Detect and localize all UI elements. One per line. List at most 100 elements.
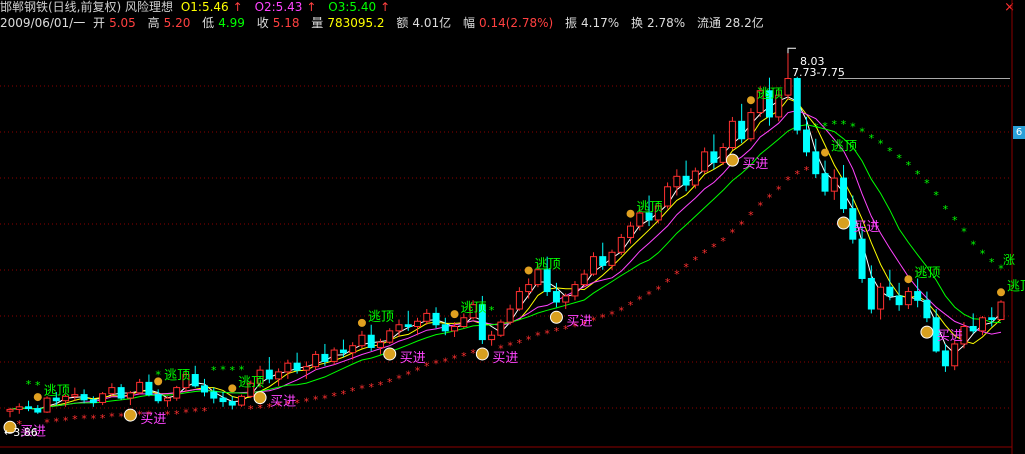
candle-body <box>451 325 459 332</box>
sell-signal-label: 逃顶 <box>44 384 70 399</box>
sar-point: * <box>646 288 652 301</box>
candle-body <box>376 341 384 348</box>
sar-point: * <box>970 238 976 251</box>
sar-point: * <box>109 411 115 424</box>
candle-body <box>367 334 375 348</box>
sar-point: * <box>341 388 347 401</box>
high-marker-line <box>787 47 796 54</box>
sar-point: * <box>683 261 689 274</box>
candle-body <box>941 350 949 367</box>
sar-point: * <box>628 299 634 312</box>
buy-bag-icon <box>123 408 137 422</box>
candle-body <box>330 349 338 362</box>
candle-body <box>589 256 597 275</box>
candlestick-chart[interactable]: ** ** * * * * * * * * * *** * * * ** * * ** * * * * * * * * * * * * * * *… <box>0 0 1025 454</box>
sell-runner-icon <box>746 96 755 105</box>
sar-point: * <box>785 174 791 187</box>
sell-runner-icon <box>357 318 366 327</box>
candle-body <box>43 397 51 413</box>
candle-body <box>71 394 79 397</box>
sar-point: * <box>906 159 912 172</box>
buy-signal-label: 买进 <box>492 351 518 366</box>
sar-point: * <box>304 395 310 408</box>
sar-point: * <box>192 405 198 418</box>
sar-point: * <box>878 138 884 151</box>
candle-body <box>978 317 986 332</box>
sar-point: * <box>489 304 495 317</box>
candle-body <box>664 186 672 207</box>
sar-point: * <box>322 392 328 405</box>
sar-point: * <box>230 364 236 377</box>
candle-body <box>858 238 866 279</box>
candle-body <box>173 387 181 399</box>
buy-signal-label: 买进 <box>270 395 296 410</box>
candle-body <box>6 408 14 412</box>
candle-body <box>349 345 357 354</box>
sar-point: * <box>535 330 541 343</box>
candle-body <box>543 269 551 293</box>
sell-signal-label: 逃顶 <box>1007 279 1025 294</box>
sar-point: * <box>841 118 847 131</box>
sar-point: * <box>174 408 180 421</box>
candle-body <box>312 353 320 368</box>
sar-point: * <box>924 177 930 190</box>
sar-point: * <box>526 333 532 346</box>
sar-point: * <box>544 327 550 340</box>
candle-body <box>108 387 116 395</box>
sar-point: * <box>387 376 393 389</box>
candle-body <box>219 397 227 403</box>
candle-body <box>904 291 912 306</box>
candle-body <box>562 295 570 303</box>
sell-runner-icon <box>450 310 459 319</box>
buy-signal-label: 买进 <box>742 157 768 172</box>
candle-body <box>617 236 625 253</box>
candle-body <box>386 330 394 343</box>
sar-point: * <box>637 293 643 306</box>
sar-point: * <box>730 227 736 240</box>
sar-point: * <box>183 407 189 420</box>
sar-point: * <box>711 241 717 254</box>
candle-body <box>580 273 588 286</box>
sell-runner-icon <box>821 148 830 157</box>
indicator-strip <box>0 449 1025 454</box>
sar-point: * <box>517 337 523 350</box>
sar-point: * <box>794 168 800 181</box>
sar-point: * <box>609 309 615 322</box>
candle-body <box>25 406 33 410</box>
buy-bag-icon <box>725 153 739 167</box>
sell-runner-icon <box>154 377 163 386</box>
candle-body <box>339 349 347 354</box>
sell-signal-label: 逃顶 <box>831 140 857 155</box>
sar-point: * <box>757 199 763 212</box>
sar-point: * <box>776 184 782 197</box>
sar-point: * <box>54 416 60 429</box>
candle-body <box>691 170 699 186</box>
sar-point: * <box>415 364 421 377</box>
candle-body <box>154 394 162 402</box>
candle-body <box>877 286 885 310</box>
buy-signal-label: 买进 <box>566 314 592 329</box>
sell-signal-label: 逃顶 <box>535 257 561 272</box>
sar-point: * <box>693 254 699 267</box>
sar-point: * <box>619 304 625 317</box>
sar-point: * <box>674 268 680 281</box>
candle-body <box>673 175 681 188</box>
sar-point: * <box>452 353 458 366</box>
sell-runner-icon <box>904 275 913 284</box>
candle-body <box>488 334 496 341</box>
candle-body <box>414 320 422 327</box>
sar-point: * <box>952 214 958 227</box>
candle-body <box>145 381 153 396</box>
candle-body <box>812 151 820 175</box>
candle-body <box>821 173 829 192</box>
candle-body <box>710 151 718 163</box>
sar-point: * <box>989 256 995 269</box>
sar-point: * <box>220 364 226 377</box>
candle-body <box>432 312 440 326</box>
candle-body <box>136 381 144 394</box>
candle-body <box>886 286 894 297</box>
candle-body <box>784 78 792 96</box>
candle-body <box>358 334 366 347</box>
candle-body <box>701 151 709 172</box>
sar-point: * <box>554 325 560 338</box>
